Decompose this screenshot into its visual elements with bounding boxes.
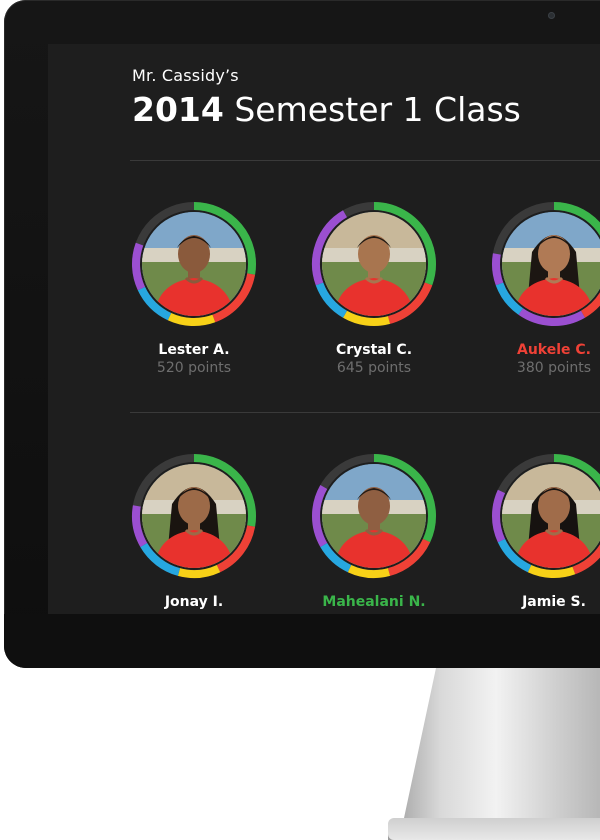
student-points: 380 points [516,360,592,376]
progress-ring [310,452,438,580]
student-name: Jamie S. [522,594,586,610]
progress-ring [130,452,258,580]
ring-segment-yellow [177,564,221,578]
ring-segment-yellow [167,312,216,326]
student-card[interactable]: Jamie S. [474,452,600,610]
monitor-chin [4,614,600,668]
student-card[interactable]: Crystal C. 645 points [294,200,454,376]
ring-segment-purple [492,489,506,543]
monitor-stand-base [388,818,600,840]
student-name: Mahealani N. [322,594,426,610]
title-year: 2014 [132,90,224,129]
portrait-graphic [502,212,600,316]
desktop-mockup: Mr. Cassidy’s 2014 Semester 1 Class Lest… [0,0,600,840]
student-name: Crystal C. [335,342,413,358]
student-name: Lester A. [158,342,230,358]
title-text: Semester 1 Class [234,90,521,129]
portrait-graphic [322,212,426,316]
student-points: 645 points [336,360,412,376]
student-photo [322,464,426,568]
teacher-label: Mr. Cassidy’s [132,66,239,85]
student-name: Jonay I. [164,594,224,610]
ring-segment-yellow [347,564,391,578]
portrait-graphic [502,464,600,568]
student-photo [142,212,246,316]
monitor-stand [388,668,600,840]
portrait-graphic [322,464,426,568]
progress-ring [490,452,600,580]
student-name: Aukele C. [517,342,591,358]
portrait-graphic [142,464,246,568]
camera-icon [548,12,555,19]
ring-segment-yellow [527,564,576,578]
progress-ring [130,200,258,328]
ring-segment-purple [492,253,504,286]
student-photo [322,212,426,316]
portrait-graphic [142,212,246,316]
student-card[interactable]: Lester A. 520 points [114,200,274,376]
progress-ring [490,200,600,328]
page-title: 2014 Semester 1 Class [132,90,521,129]
student-photo [142,464,246,568]
student-photo [502,212,600,316]
student-card[interactable]: Jonay I. [114,452,274,610]
row-divider [130,412,600,413]
student-card[interactable]: Mahealani N. [294,452,454,610]
screen: Mr. Cassidy’s 2014 Semester 1 Class Lest… [48,44,600,614]
student-card[interactable]: Aukele C. 380 points [474,200,600,376]
header-divider [130,160,600,161]
student-photo [502,464,600,568]
student-points: 520 points [156,360,232,376]
ring-segment-purple [132,242,146,291]
progress-ring [310,200,438,328]
